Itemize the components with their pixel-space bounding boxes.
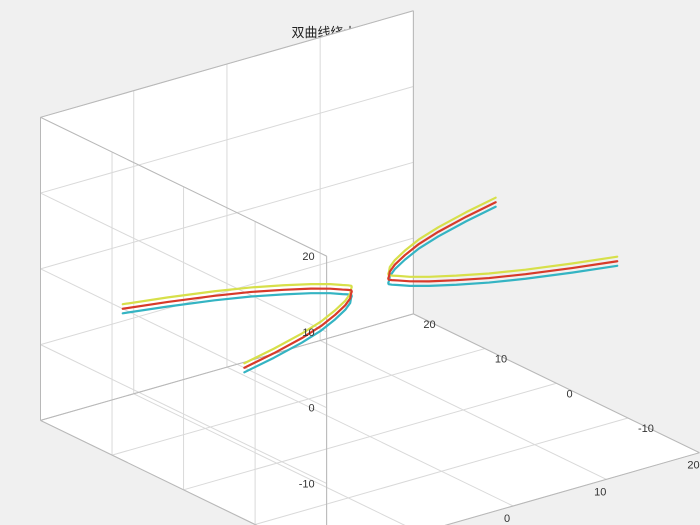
svg-text:20: 20	[423, 319, 435, 331]
figure-window: 双曲线绕水平轴旋转 -20-1001020-20-1001020-20-1001…	[0, 0, 700, 525]
svg-text:-10: -10	[638, 423, 654, 435]
svg-text:10: 10	[495, 354, 507, 366]
svg-text:10: 10	[302, 327, 314, 339]
svg-text:20: 20	[302, 251, 314, 263]
svg-text:0: 0	[566, 388, 572, 400]
svg-text:0: 0	[308, 403, 314, 415]
svg-text:0: 0	[504, 513, 510, 525]
axes-3d[interactable]: -20-1001020-20-1001020-20-1001020	[0, 0, 700, 525]
svg-text:20: 20	[687, 460, 699, 472]
svg-text:-10: -10	[299, 478, 315, 490]
svg-text:10: 10	[594, 486, 606, 498]
